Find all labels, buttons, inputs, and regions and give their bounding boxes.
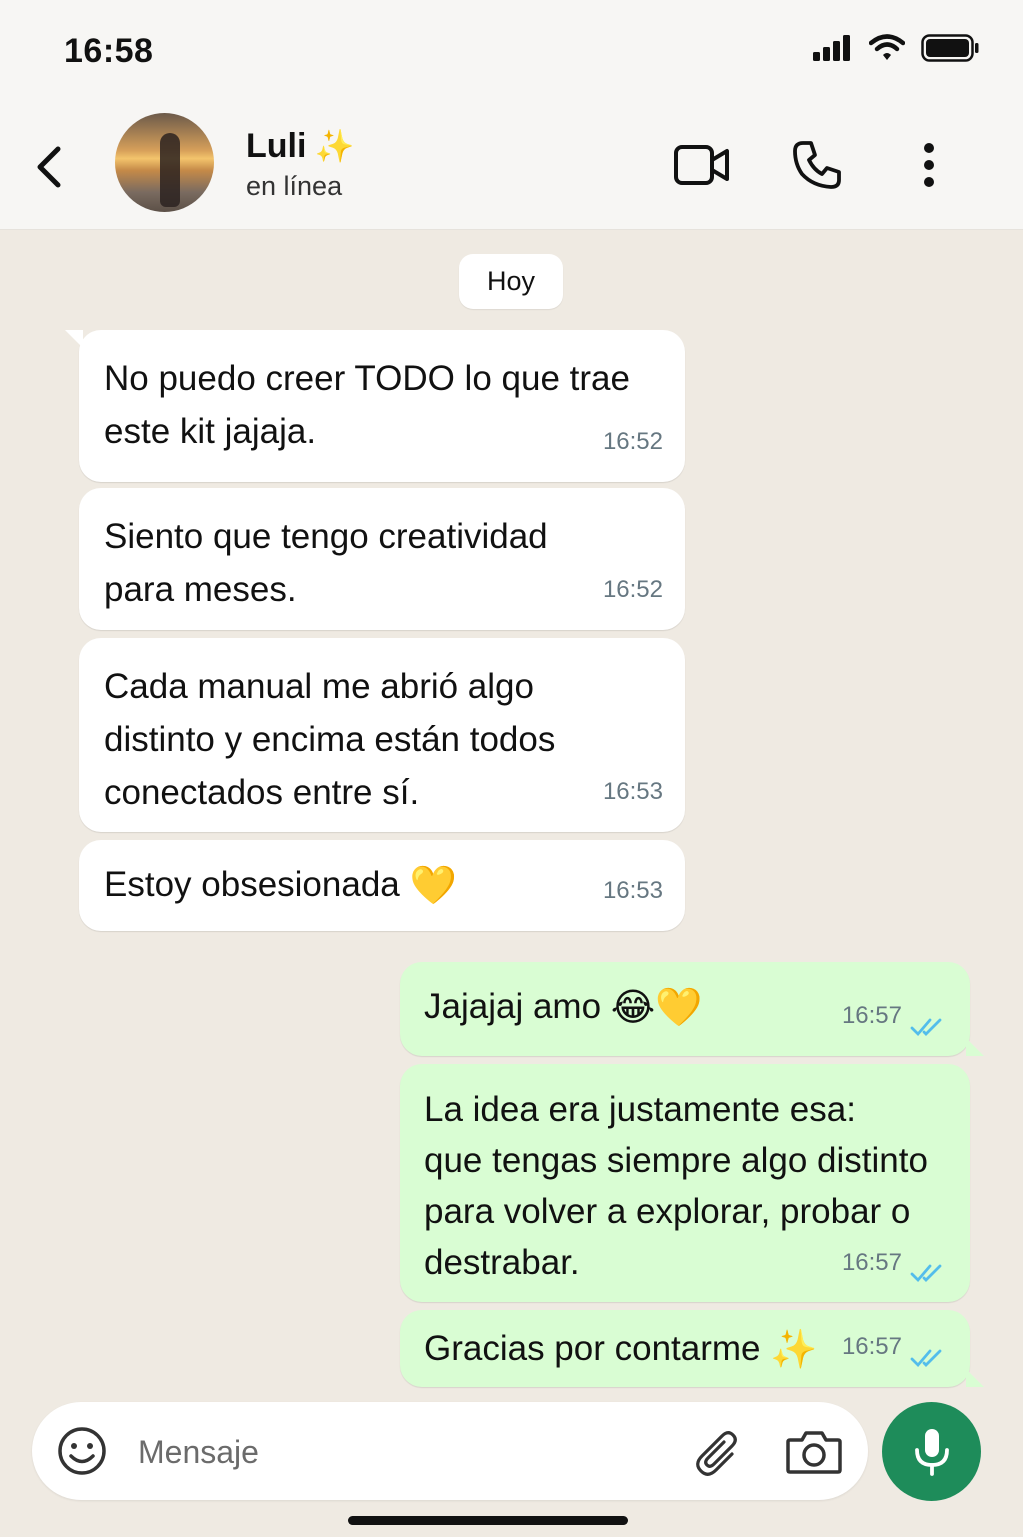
outgoing-message[interactable]: Jajajaj amo 😂💛 16:57 bbox=[400, 962, 984, 1056]
message-time: 16:57 bbox=[841, 1249, 902, 1276]
message-time: 16:52 bbox=[602, 428, 663, 455]
message-line: Siento que tengo creatividad bbox=[104, 517, 548, 556]
date-chip: Hoy bbox=[459, 254, 563, 309]
message-line: que tengas siempre algo distinto bbox=[424, 1141, 928, 1180]
message-input[interactable] bbox=[136, 1426, 660, 1478]
message-time: 16:53 bbox=[602, 778, 663, 805]
message-text: Estoy obsesionada bbox=[104, 865, 400, 904]
double-check-icon bbox=[910, 1349, 942, 1368]
message-composer bbox=[32, 1402, 868, 1500]
wifi-icon bbox=[869, 34, 905, 60]
contact-name[interactable]: Luli ✨ bbox=[246, 127, 354, 166]
message-time: 16:57 bbox=[841, 1002, 902, 1029]
incoming-message[interactable]: No puedo creer TODO lo que trae este kit… bbox=[65, 330, 685, 482]
outgoing-message[interactable]: Gracias por contarme ✨ 16:57 bbox=[400, 1310, 984, 1387]
message-line: Estoy obsesionada 💛 bbox=[104, 858, 661, 913]
status-bar: 16:58 bbox=[0, 0, 1023, 105]
bubble-tail bbox=[966, 1369, 984, 1387]
video-call-button[interactable] bbox=[670, 133, 734, 197]
status-time: 16:58 bbox=[64, 32, 154, 70]
avatar-figure bbox=[160, 133, 180, 207]
voice-record-button[interactable] bbox=[882, 1402, 981, 1501]
bubble-tail bbox=[966, 1038, 984, 1056]
message-line: Cada manual me abrió algo bbox=[104, 667, 534, 706]
message-line: para meses. bbox=[104, 570, 297, 609]
avatar[interactable] bbox=[115, 113, 214, 212]
back-arrow-icon[interactable] bbox=[30, 137, 70, 197]
more-vertical-icon bbox=[924, 143, 934, 187]
battery-icon bbox=[921, 34, 979, 62]
contact-status: en línea bbox=[246, 171, 343, 201]
bubble-tail bbox=[65, 330, 83, 348]
home-indicator bbox=[348, 1516, 628, 1525]
incoming-message[interactable]: Estoy obsesionada 💛 16:53 bbox=[79, 840, 685, 931]
message-text: Gracias por contarme bbox=[424, 1329, 761, 1368]
signal-icon bbox=[813, 35, 850, 61]
mic-icon bbox=[914, 1428, 949, 1476]
message-line: No puedo creer TODO lo que trae bbox=[104, 359, 630, 398]
message-line: para volver a explorar, probar o bbox=[424, 1192, 911, 1231]
message-time: 16:53 bbox=[602, 877, 663, 904]
status-icons bbox=[813, 34, 979, 62]
sparkles-emoji: ✨ bbox=[770, 1329, 818, 1372]
outgoing-message[interactable]: La idea era justamente esa: que tengas s… bbox=[400, 1064, 970, 1302]
double-check-icon bbox=[910, 1018, 942, 1037]
chat-header: Luli ✨ en línea bbox=[0, 105, 1023, 230]
contact-name-text: Luli bbox=[246, 127, 307, 165]
incoming-message[interactable]: Siento que tengo creatividad para meses.… bbox=[79, 488, 685, 630]
message-line: distinto y encima están todos bbox=[104, 720, 556, 759]
sparkle-emoji: ✨ bbox=[314, 128, 355, 164]
chat-area[interactable]: Hoy No puedo creer TODO lo que trae este… bbox=[0, 230, 1023, 1400]
message-time: 16:57 bbox=[841, 1333, 902, 1360]
double-check-icon bbox=[910, 1264, 942, 1283]
message-time: 16:52 bbox=[602, 576, 663, 603]
more-options-button[interactable] bbox=[897, 133, 961, 197]
emoji-icon[interactable] bbox=[56, 1425, 108, 1477]
message-text: Jajajaj amo bbox=[424, 987, 602, 1026]
incoming-message[interactable]: Cada manual me abrió algo distinto y enc… bbox=[79, 638, 685, 832]
message-line: conectados entre sí. bbox=[104, 773, 420, 812]
camera-icon[interactable] bbox=[784, 1424, 844, 1480]
yellow-heart-emoji: 💛 bbox=[409, 865, 457, 908]
phone-icon bbox=[793, 141, 841, 189]
attach-icon[interactable] bbox=[692, 1424, 748, 1480]
phone-call-button[interactable] bbox=[785, 133, 849, 197]
message-line: La idea era justamente esa: bbox=[424, 1090, 856, 1129]
video-call-icon bbox=[674, 145, 729, 185]
laugh-heart-emoji: 😂💛 bbox=[610, 987, 703, 1030]
message-line: este kit jajaja. bbox=[104, 412, 317, 451]
